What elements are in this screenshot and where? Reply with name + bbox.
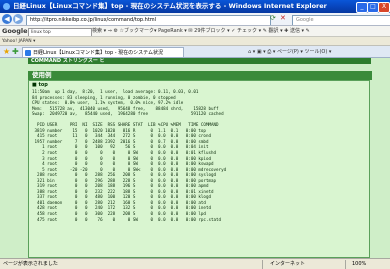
section-header: COMMAND ストリングスー ヒ <box>28 58 371 64</box>
status-bar: ページが表示されました インターネット 100% <box>0 258 390 269</box>
panel-label: ■ top <box>32 82 48 88</box>
browser-tab[interactable]: 日経Linux【Linuxコマンド集】top - 現在のシステム状況 <box>22 47 184 57</box>
status-text: ページが表示されました <box>3 261 58 267</box>
add-favorites-icon[interactable]: ✚ <box>12 47 19 57</box>
refresh-icon[interactable]: ⟳ <box>270 14 276 22</box>
ie-logo-icon <box>3 3 10 10</box>
links-bar: Yahoo! JAPAN ▾ <box>0 37 390 46</box>
forward-button[interactable]: ▶ <box>13 14 23 24</box>
page-title: 使用例 <box>28 71 372 80</box>
google-logo: Google <box>2 27 28 35</box>
search-input[interactable]: Google <box>292 15 390 25</box>
window-title: 日経Linux【Linuxコマンド集】top - 現在のシステム状況を表示する … <box>13 2 327 10</box>
google-toolbar-items[interactable]: 検索 ▾ ⇒ ⚙ ☆ブックマーク▾ PageRank ▾ ✉ 29件ブロック ▾… <box>92 26 310 36</box>
zoom-level[interactable]: 100% <box>352 259 366 269</box>
page-content: COMMAND ストリングスー ヒ 使用例 ■ top 11:50am up 1… <box>0 58 390 258</box>
terminal-output: 11:50am up 1 day, 8:20, 1 user, load ave… <box>32 89 366 222</box>
page-icon <box>25 50 31 56</box>
output-panel: ■ top 11:50am up 1 day, 8:20, 1 user, lo… <box>28 80 370 258</box>
google-toolbar: Google linux top 検索 ▾ ⇒ ⚙ ☆ブックマーク▾ PageR… <box>0 26 390 37</box>
title-bar: 日経Linux【Linuxコマンド集】top - 現在のシステム状況を表示する … <box>0 0 390 13</box>
terminal-line: 475 root 0 0 76 0 0 SW 0 0.0 0.0 0:00 rp… <box>32 216 222 222</box>
command-bar[interactable]: ⌂ ▾ ▣ ▾ ⎙ ▾ ページ(P) ▾ ツール(O) ▾ <box>248 46 331 57</box>
links-bar-item[interactable]: Yahoo! JAPAN ▾ <box>2 39 35 44</box>
tab-bar: ★ ✚ 日経Linux【Linuxコマンド集】top - 現在のシステム状況 ⌂… <box>0 46 390 58</box>
address-bar: ◀ ▶ http://itpro.nikkeibp.co.jp/linux/co… <box>0 13 390 26</box>
google-search-input[interactable]: linux top <box>28 28 92 36</box>
stop-icon[interactable]: ✕ <box>280 14 286 22</box>
close-button[interactable]: X <box>378 2 390 13</box>
tab-title: 日経Linux【Linuxコマンド集】top - 現在のシステム状況 <box>33 50 163 56</box>
url-input[interactable]: http://itpro.nikkeibp.co.jp/linux/comman… <box>26 15 271 25</box>
security-zone: インターネット <box>270 261 306 267</box>
back-button[interactable]: ◀ <box>2 14 12 24</box>
favorites-star-icon[interactable]: ★ <box>3 47 10 57</box>
